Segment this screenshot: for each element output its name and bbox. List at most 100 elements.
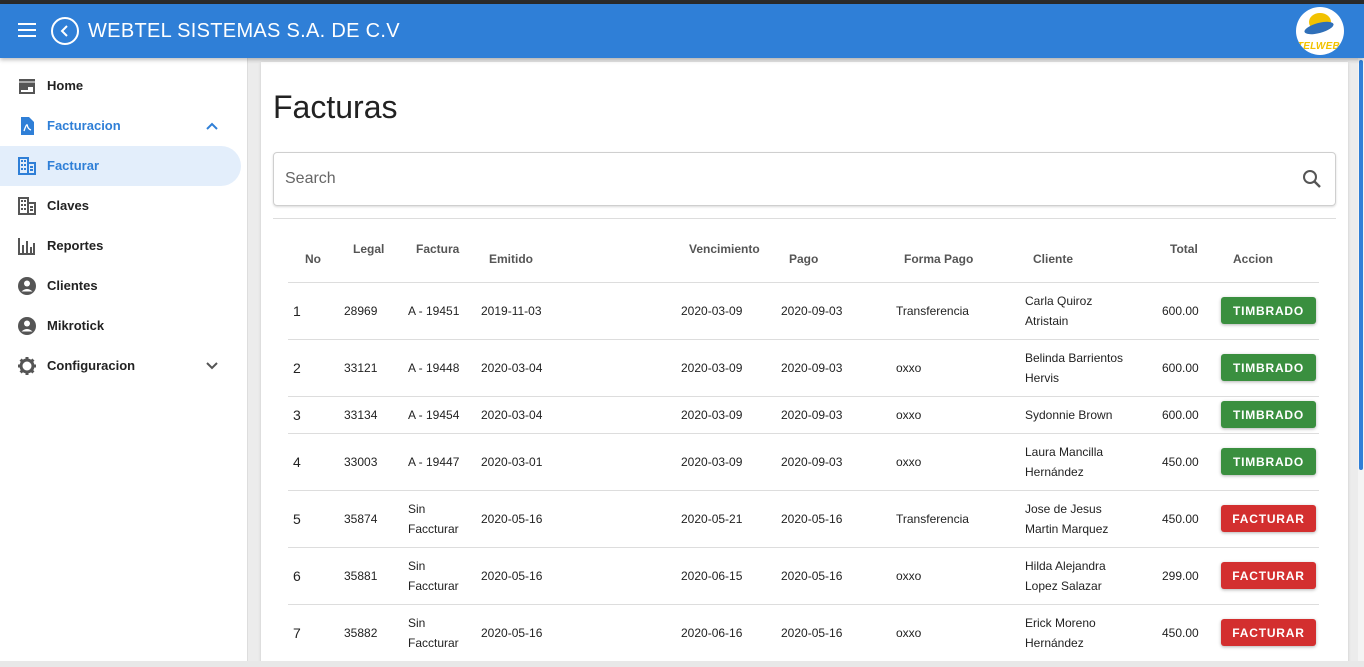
cell-cliente-line2: Hernández [1025,636,1084,650]
table-row: 7 35882 Sin Faccturar 2020-05-16 2020-06… [288,605,1319,662]
column-header-no: No [305,252,321,266]
cell-forma-pago: oxxo [896,455,922,469]
table-row: 4 33003 A - 19447 2020-03-01 2020-03-09 … [288,434,1319,491]
chevron-up-icon[interactable] [204,118,220,134]
cell-emitido: 2020-05-16 [481,626,543,640]
cell-total: 299.00 [1162,569,1199,583]
cell-cliente-line2: Lopez Salazar [1025,579,1102,593]
cell-vencimiento: 2020-03-09 [681,361,743,375]
table-row: 5 35874 Sin Faccturar 2020-05-16 2020-05… [288,491,1319,548]
cell-legal: 35881 [344,569,378,583]
company-logo: TELWEB [1296,7,1344,55]
sidebar-item-label: Claves [47,198,89,213]
cell-legal: 33121 [344,361,378,375]
sidebar-item-reportes[interactable]: Reportes [0,226,241,266]
facturar-button[interactable]: FACTURAR [1221,619,1316,646]
column-header-pago: Pago [789,252,819,266]
cell-forma-pago: oxxo [896,626,922,640]
sidebar-item-facturacion[interactable]: Facturacion [0,106,241,146]
sidebar-item-label: Clientes [47,278,98,293]
facturar-button[interactable]: FACTURAR [1221,505,1316,532]
cell-factura: Sin [408,616,426,630]
cell-pago: 2020-09-03 [781,304,843,318]
cell-total: 600.00 [1162,361,1199,375]
facturar-button[interactable]: FACTURAR [1221,562,1316,589]
cell-pago: 2020-09-03 [781,455,843,469]
cell-emitido: 2020-03-01 [481,455,543,469]
cell-no: 6 [293,568,301,584]
cell-emitido: 2020-05-16 [481,512,543,526]
cell-no: 7 [293,625,301,641]
table-row: 3 33134 A - 19454 2020-03-04 2020-03-09 … [288,397,1319,434]
chevron-left-icon [60,25,68,37]
cell-total: 600.00 [1162,304,1199,318]
sidebar-item-home[interactable]: Home [0,66,241,106]
cell-legal: 33003 [344,455,378,469]
divider [273,218,1336,219]
timbrado-button[interactable]: TIMBRADO [1221,354,1316,381]
cell-legal: 33134 [344,408,378,422]
account-circle-icon [18,277,36,295]
cell-vencimiento: 2020-05-21 [681,512,743,526]
table-row: 6 35881 Sin Faccturar 2020-05-16 2020-06… [288,548,1319,605]
sidebar-item-label: Mikrotick [47,318,105,333]
page-title: Facturas [273,89,398,125]
cell-no: 5 [293,511,301,527]
scrollbar-thumb[interactable] [1359,60,1363,470]
menu-icon[interactable] [14,19,40,43]
cell-cliente-line2: Hernández [1025,465,1084,479]
sidebar-item-mikrotick[interactable]: Mikrotick [0,306,241,346]
pdf-icon [21,117,34,135]
cell-total: 600.00 [1162,408,1199,422]
cell-no: 4 [293,454,301,470]
sidebar-item-label: Reportes [47,238,104,253]
search-icon[interactable] [1301,168,1323,190]
column-header-accion: Accion [1233,252,1274,266]
cell-cliente: Belinda Barrientos [1025,351,1124,365]
cell-cliente-line2: Hervis [1025,371,1060,385]
cell-factura: Sin [408,559,426,573]
sidebar: Home Facturacion Facturar Claves Reporte… [0,58,248,667]
sidebar-item-claves[interactable]: Claves [0,186,241,226]
cell-pago: 2020-09-03 [781,361,843,375]
cell-factura: A - 19447 [408,455,460,469]
chart-icon [18,238,35,255]
sidebar-item-clientes[interactable]: Clientes [0,266,241,306]
back-button[interactable] [51,17,79,45]
cell-forma-pago: Transferencia [896,304,969,318]
timbrado-button[interactable]: TIMBRADO [1221,448,1316,475]
cell-factura-line2: Faccturar [408,579,459,593]
cell-factura: Sin [408,502,426,516]
logo-text: TELWEB [1297,41,1340,52]
cell-cliente: Erick Moreno [1025,616,1096,630]
sidebar-item-label: Facturar [47,158,100,173]
cell-factura: A - 19454 [408,408,460,422]
timbrado-button[interactable]: TIMBRADO [1221,401,1316,428]
chevron-down-icon[interactable] [204,358,220,374]
cell-factura: A - 19451 [408,304,460,318]
timbrado-button[interactable]: TIMBRADO [1221,297,1316,324]
invoices-card: Facturas No Legal Factura Emitido Vencim… [261,62,1348,667]
cell-vencimiento: 2020-03-09 [681,304,743,318]
cell-cliente-line2: Martin Marquez [1025,522,1109,536]
cell-total: 450.00 [1162,455,1199,469]
search-box [273,152,1336,206]
cell-pago: 2020-05-16 [781,512,843,526]
app-bar: WEBTEL SISTEMAS S.A. DE C.V TELWEB [0,4,1364,58]
search-input[interactable] [285,168,1265,190]
sidebar-item-configuracion[interactable]: Configuracion [0,346,241,386]
table-row: 1 28969 A - 19451 2019-11-03 2020-03-09 … [288,283,1319,340]
cell-no: 3 [293,407,301,423]
cell-factura-line2: Faccturar [408,522,459,536]
cell-emitido: 2020-03-04 [481,408,543,422]
cell-total: 450.00 [1162,512,1199,526]
cell-no: 2 [293,360,301,376]
sidebar-item-facturar[interactable]: Facturar [0,146,241,186]
cell-emitido: 2020-05-16 [481,569,543,583]
sidebar-item-label: Facturacion [47,118,121,133]
bottom-edge [0,661,1364,667]
cell-vencimiento: 2020-06-16 [681,626,743,640]
cell-no: 1 [293,303,301,319]
building-icon [18,157,36,175]
gear-icon [18,357,36,375]
